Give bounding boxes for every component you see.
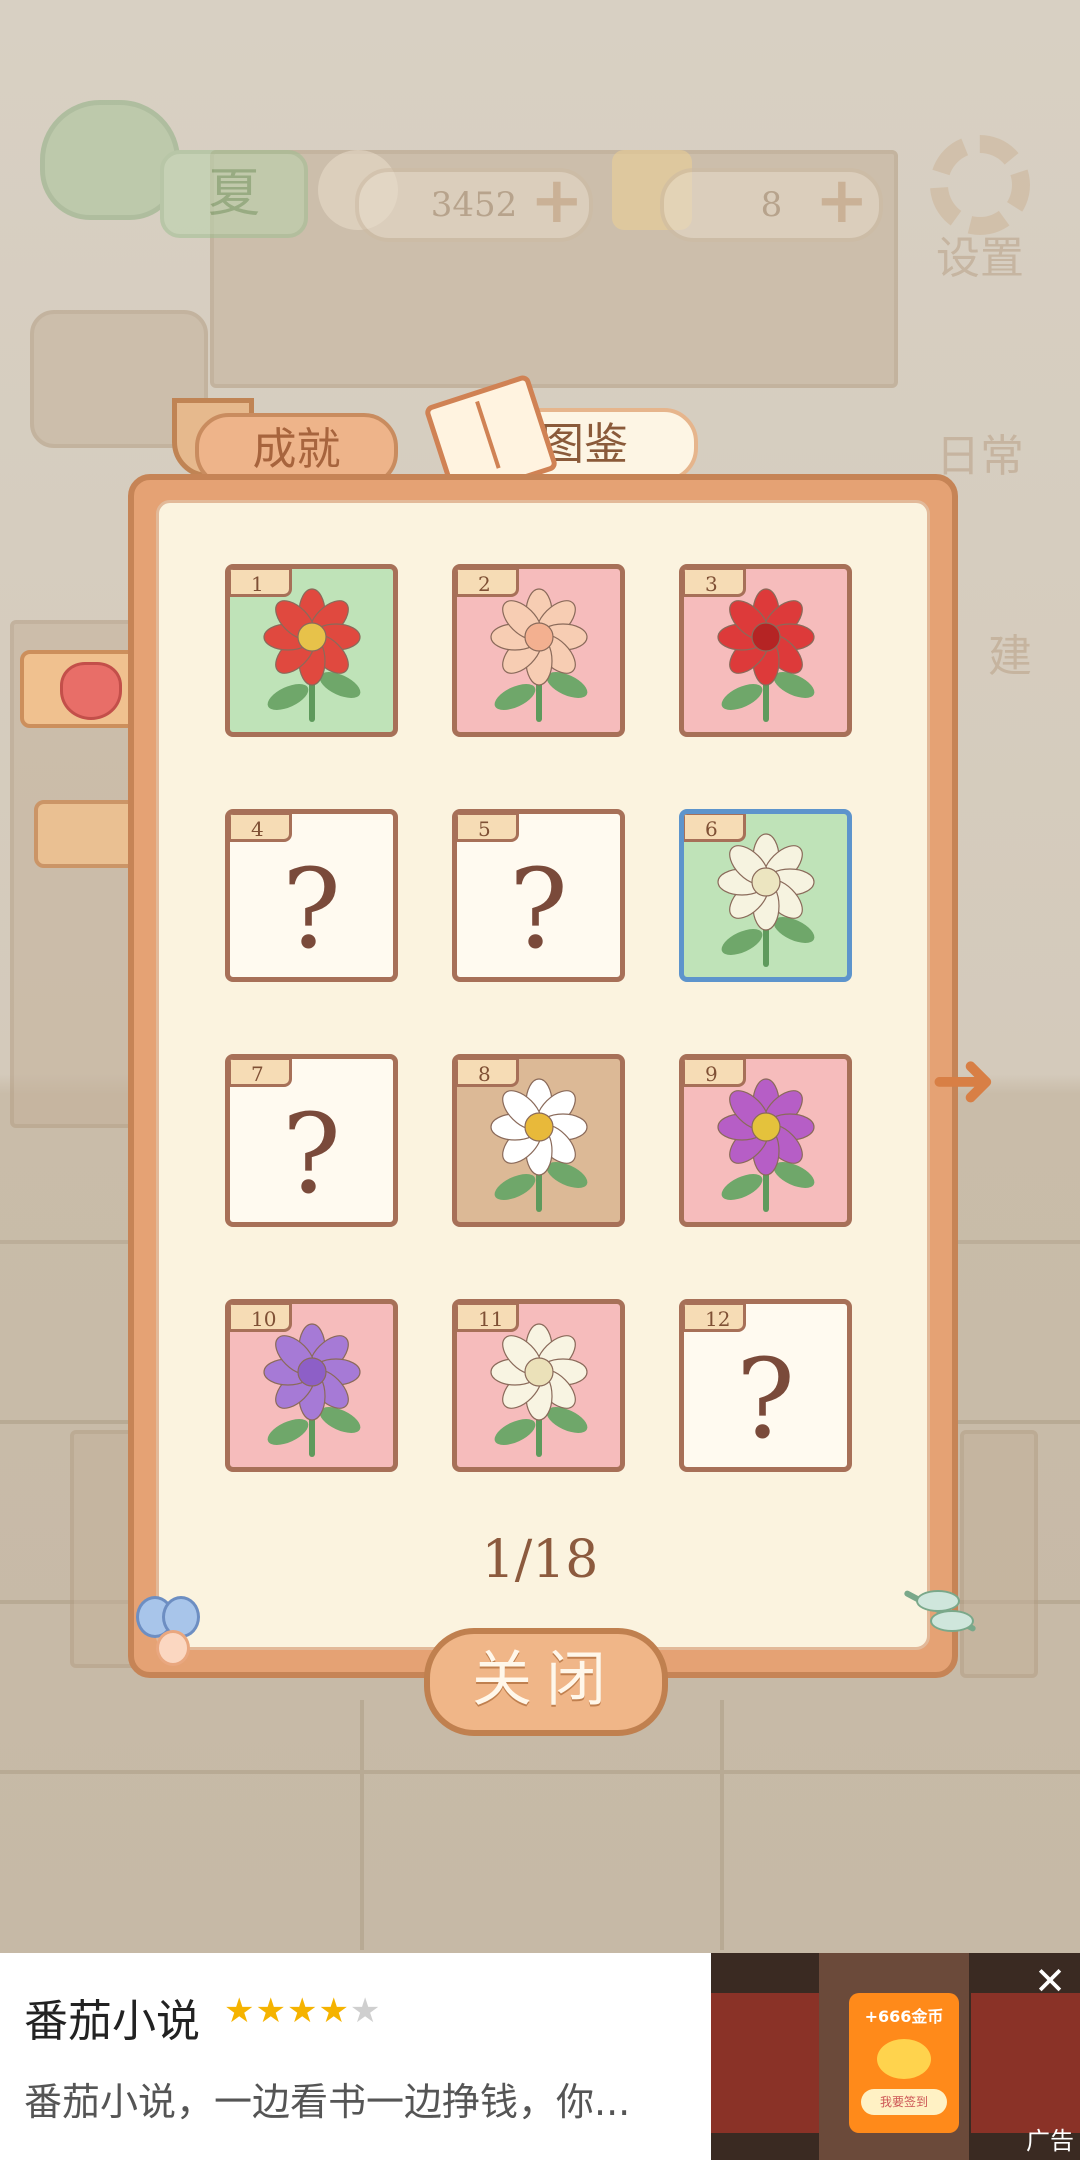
card-number: 12: [684, 1304, 746, 1332]
brick-row: [0, 1770, 1080, 1774]
brick-divider: [720, 1700, 724, 1950]
page-count: 1/18: [481, 1530, 599, 1590]
rose-icon: [60, 662, 122, 720]
card-number: 4: [230, 814, 292, 842]
coin-stack-icon: [877, 2039, 931, 2079]
flower-card-1[interactable]: 1: [225, 564, 398, 737]
cosmos-icon: [711, 1072, 821, 1186]
rating-stars-filled: ★★★★: [224, 1991, 350, 2031]
gardenia-icon: [711, 827, 821, 941]
add-fish-button[interactable]: +: [530, 169, 584, 233]
ad-label: 广告: [1026, 2127, 1074, 2155]
protea-icon: [257, 582, 367, 696]
flower-card-6[interactable]: 6: [679, 809, 852, 982]
flower-card-3[interactable]: 3: [679, 564, 852, 737]
gear-icon[interactable]: [930, 135, 1030, 235]
add-cheese-button[interactable]: +: [815, 169, 869, 233]
ad-rating: ★★★★★: [224, 1991, 381, 2031]
ad-title[interactable]: 番茄小说: [24, 1985, 200, 2049]
settings-label[interactable]: 设置: [920, 222, 1040, 286]
flower-card-2[interactable]: 2: [452, 564, 625, 737]
flower-card-7[interactable]: 7?: [225, 1054, 398, 1227]
locked-question-mark: ?: [736, 1335, 795, 1463]
ad-bg-block: [711, 1993, 821, 2133]
rating-star-empty: ★: [349, 1991, 382, 2031]
locked-question-mark: ?: [509, 845, 568, 973]
flower-card-11[interactable]: 11: [452, 1299, 625, 1472]
flower-card-10[interactable]: 10: [225, 1299, 398, 1472]
flower-card-5[interactable]: 5?: [452, 809, 625, 982]
ad-bg-block: [971, 1993, 1080, 2133]
card-number: 5: [457, 814, 519, 842]
lilac-icon: [257, 1317, 367, 1431]
close-icon[interactable]: ✕: [1030, 1961, 1070, 2001]
ad-banner[interactable]: 番茄小说 ★★★★★ 番茄小说，一边看书一边挣钱，你... +666金币 我要签…: [0, 1953, 1080, 2160]
season-label: 夏: [160, 150, 308, 238]
white-peony-icon: [484, 1317, 594, 1431]
dragonfly-icon: [890, 1586, 990, 1636]
tree-icon: [40, 100, 180, 220]
card-number: 7: [230, 1059, 292, 1087]
ad-promo-button[interactable]: 我要签到: [861, 2089, 947, 2115]
flower-card-12[interactable]: 12?: [679, 1299, 852, 1472]
red-rose-icon: [711, 582, 821, 696]
ad-description[interactable]: 番茄小说，一边看书一边挣钱，你...: [24, 2071, 684, 2126]
flower-card-4[interactable]: 4?: [225, 809, 398, 982]
brick-divider: [360, 1700, 364, 1950]
butterfly-icon: [136, 1596, 200, 1666]
daisy-icon: [484, 1072, 594, 1186]
locked-question-mark: ?: [282, 1090, 341, 1218]
ad-promo-text: +666金币: [864, 2007, 944, 2026]
season-indicator[interactable]: 夏: [40, 100, 308, 240]
next-page-arrow-icon[interactable]: ➜: [930, 1040, 1000, 1120]
flower-card-8[interactable]: 8: [452, 1054, 625, 1227]
close-button[interactable]: 关闭: [424, 1628, 668, 1736]
ad-image[interactable]: +666金币 我要签到 ✕ 广告: [711, 1953, 1080, 2160]
build-button[interactable]: 建: [950, 620, 1070, 684]
peony-rose-icon: [484, 582, 594, 696]
locked-question-mark: ?: [282, 845, 341, 973]
flower-card-9[interactable]: 9: [679, 1054, 852, 1227]
